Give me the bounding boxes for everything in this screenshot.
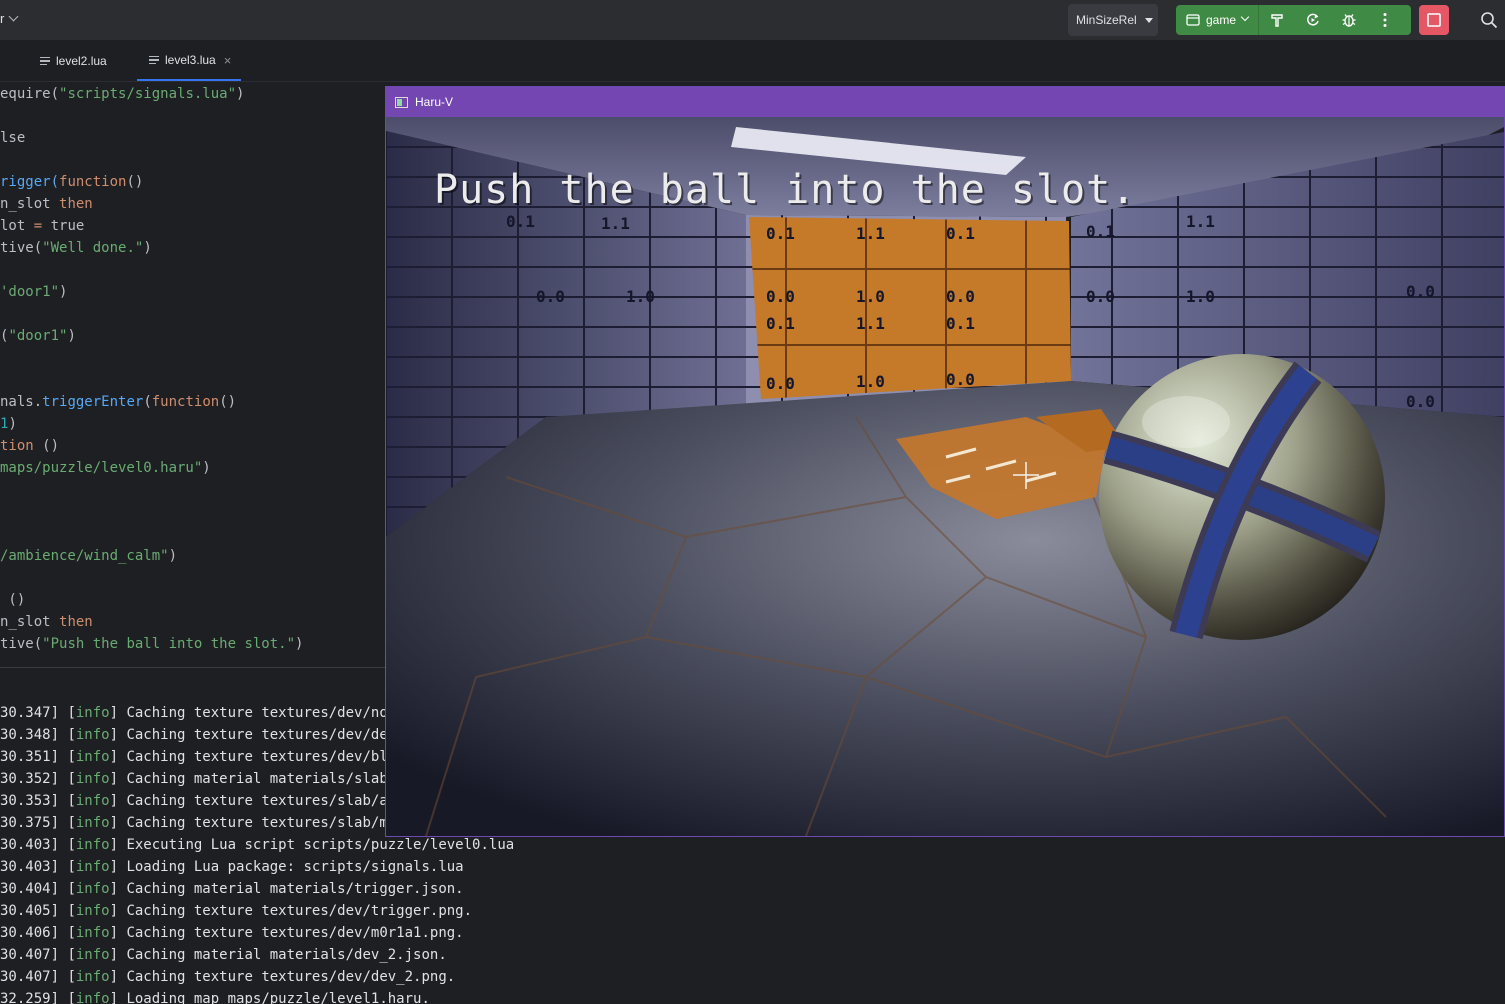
log-line: 30.375] [info] Caching texture textures/…: [0, 815, 414, 831]
app-icon: [395, 96, 408, 108]
more-vertical-icon: [1383, 13, 1387, 27]
wall-label: 1.1: [1186, 212, 1215, 231]
wall-label: 1.0: [1186, 287, 1215, 306]
stop-button[interactable]: [1419, 5, 1449, 35]
game-viewport[interactable]: 0.1 1.1 0.0 1.0 0.1 1.1 0.1 0.0 1.0 0.0 …: [386, 117, 1504, 836]
wall-label: 0.1: [946, 224, 975, 243]
wall-label: 0.0: [1406, 282, 1435, 301]
wall-label: 0.0: [766, 287, 795, 306]
wall-label: 1.0: [856, 287, 885, 306]
game-scene: 0.1 1.1 0.0 1.0 0.1 1.1 0.1 0.0 1.0 0.0 …: [386, 117, 1504, 836]
wall-label: 0.0: [946, 370, 975, 389]
code-line: rigger(function(): [0, 174, 144, 190]
wall-label: 0.0: [536, 287, 565, 306]
wall-label: 0.0: [1086, 287, 1115, 306]
tab-level3[interactable]: level3.lua ×: [137, 41, 242, 81]
game-window[interactable]: Haru-V 0.1 1.1 0.0 1.0 0.1 1.1 0.1 0.0 1…: [385, 86, 1505, 837]
code-line: n_slot then: [0, 196, 93, 212]
project-selector[interactable]: r: [0, 11, 19, 26]
objective-text: Push the ball into the slot.: [434, 167, 1137, 213]
chevron-down-icon: [1240, 12, 1250, 22]
code-line: equire("scripts/signals.lua"): [0, 86, 245, 102]
wall-label: 1.0: [856, 372, 885, 391]
log-line: 30.404] [info] Caching material material…: [0, 881, 464, 897]
log-line: 32.259] [info] Loading map maps/puzzle/l…: [0, 991, 430, 1004]
tab-label: level3.lua: [165, 53, 216, 67]
code-line: n_slot then: [0, 614, 93, 630]
log-line: 30.403] [info] Loading Lua package: scri…: [0, 859, 464, 875]
wall-label: 1.0: [626, 287, 655, 306]
wall-label: 0.0: [766, 374, 795, 393]
wall-label: 1.1: [601, 214, 630, 233]
build-config-label: MinSizeRel: [1076, 13, 1137, 27]
window-icon: [1186, 14, 1200, 26]
project-name: r: [0, 11, 5, 26]
code-line: lot = true: [0, 218, 85, 234]
code-line: (): [0, 592, 26, 608]
build-config-dropdown[interactable]: MinSizeRel: [1068, 4, 1158, 36]
log-line: 30.353] [info] Caching texture textures/…: [0, 793, 414, 809]
caret-down-icon: [1144, 17, 1153, 23]
code-line: tion (): [0, 438, 60, 454]
wall-label: 0.1: [766, 224, 795, 243]
log-line: 30.405] [info] Caching texture textures/…: [0, 903, 473, 919]
stop-icon: [1427, 13, 1441, 27]
code-line: ("door1"): [0, 328, 76, 344]
wall-label: 1.1: [856, 314, 885, 333]
search-button[interactable]: [1478, 9, 1500, 31]
rerun-button[interactable]: [1295, 5, 1331, 35]
text-file-icon: [149, 54, 159, 66]
log-line: 30.403] [info] Executing Lua script scri…: [0, 837, 515, 853]
log-line: 30.352] [info] Caching material material…: [0, 771, 414, 787]
log-line: 30.407] [info] Caching texture textures/…: [0, 969, 456, 985]
wall-label: 0.1: [946, 314, 975, 333]
run-target-selector[interactable]: game: [1176, 5, 1260, 35]
code-line: nals.triggerEnter(function(): [0, 394, 237, 410]
close-tab-icon[interactable]: ×: [224, 53, 232, 68]
search-icon: [1481, 12, 1498, 29]
code-line: lse: [0, 130, 26, 146]
log-line: 30.347] [info] Caching texture textures/…: [0, 705, 414, 721]
wall-label: 0.0: [946, 287, 975, 306]
editor-tab-bar: level2.lua level3.lua ×: [0, 41, 1505, 82]
build-button[interactable]: [1259, 5, 1295, 35]
more-actions-button[interactable]: [1367, 5, 1403, 35]
ide-titlebar: r MinSizeRel game: [0, 0, 1505, 41]
log-line: 30.348] [info] Caching texture textures/…: [0, 727, 414, 743]
wall-label: 0.1: [766, 314, 795, 333]
tab-level2[interactable]: level2.lua: [40, 41, 117, 81]
wall-label: 0.0: [1406, 392, 1435, 411]
debug-button[interactable]: [1331, 5, 1367, 35]
ball: [1099, 354, 1385, 640]
run-toolbar: game: [1176, 5, 1411, 35]
rerun-icon: [1307, 13, 1319, 26]
code-line: maps/puzzle/level0.haru"): [0, 460, 211, 476]
tab-label: level2.lua: [56, 54, 107, 68]
text-file-icon: [40, 55, 50, 67]
bug-icon: [1342, 14, 1356, 27]
game-window-titlebar[interactable]: Haru-V: [386, 87, 1504, 117]
log-line: 30.351] [info] Caching texture textures/…: [0, 749, 414, 765]
run-target-label: game: [1206, 13, 1237, 27]
code-line: 'door1"): [0, 284, 68, 300]
wall-label: 0.1: [1086, 222, 1115, 241]
code-line: 1): [0, 416, 17, 432]
code-line: tive("Push the ball into the slot."): [0, 636, 304, 652]
hammer-icon: [1271, 14, 1283, 27]
code-line: tive("Well done."): [0, 240, 152, 256]
game-window-title: Haru-V: [415, 95, 454, 109]
chevron-down-icon: [8, 11, 19, 22]
wall-label: 1.1: [856, 224, 885, 243]
log-line: 30.406] [info] Caching texture textures/…: [0, 925, 464, 941]
log-line: 30.407] [info] Caching material material…: [0, 947, 447, 963]
code-editor[interactable]: equire("scripts/signals.lua") lse rigger…: [0, 82, 385, 667]
code-line: /ambience/wind_calm"): [0, 548, 178, 564]
wall-label: 0.1: [506, 212, 535, 231]
